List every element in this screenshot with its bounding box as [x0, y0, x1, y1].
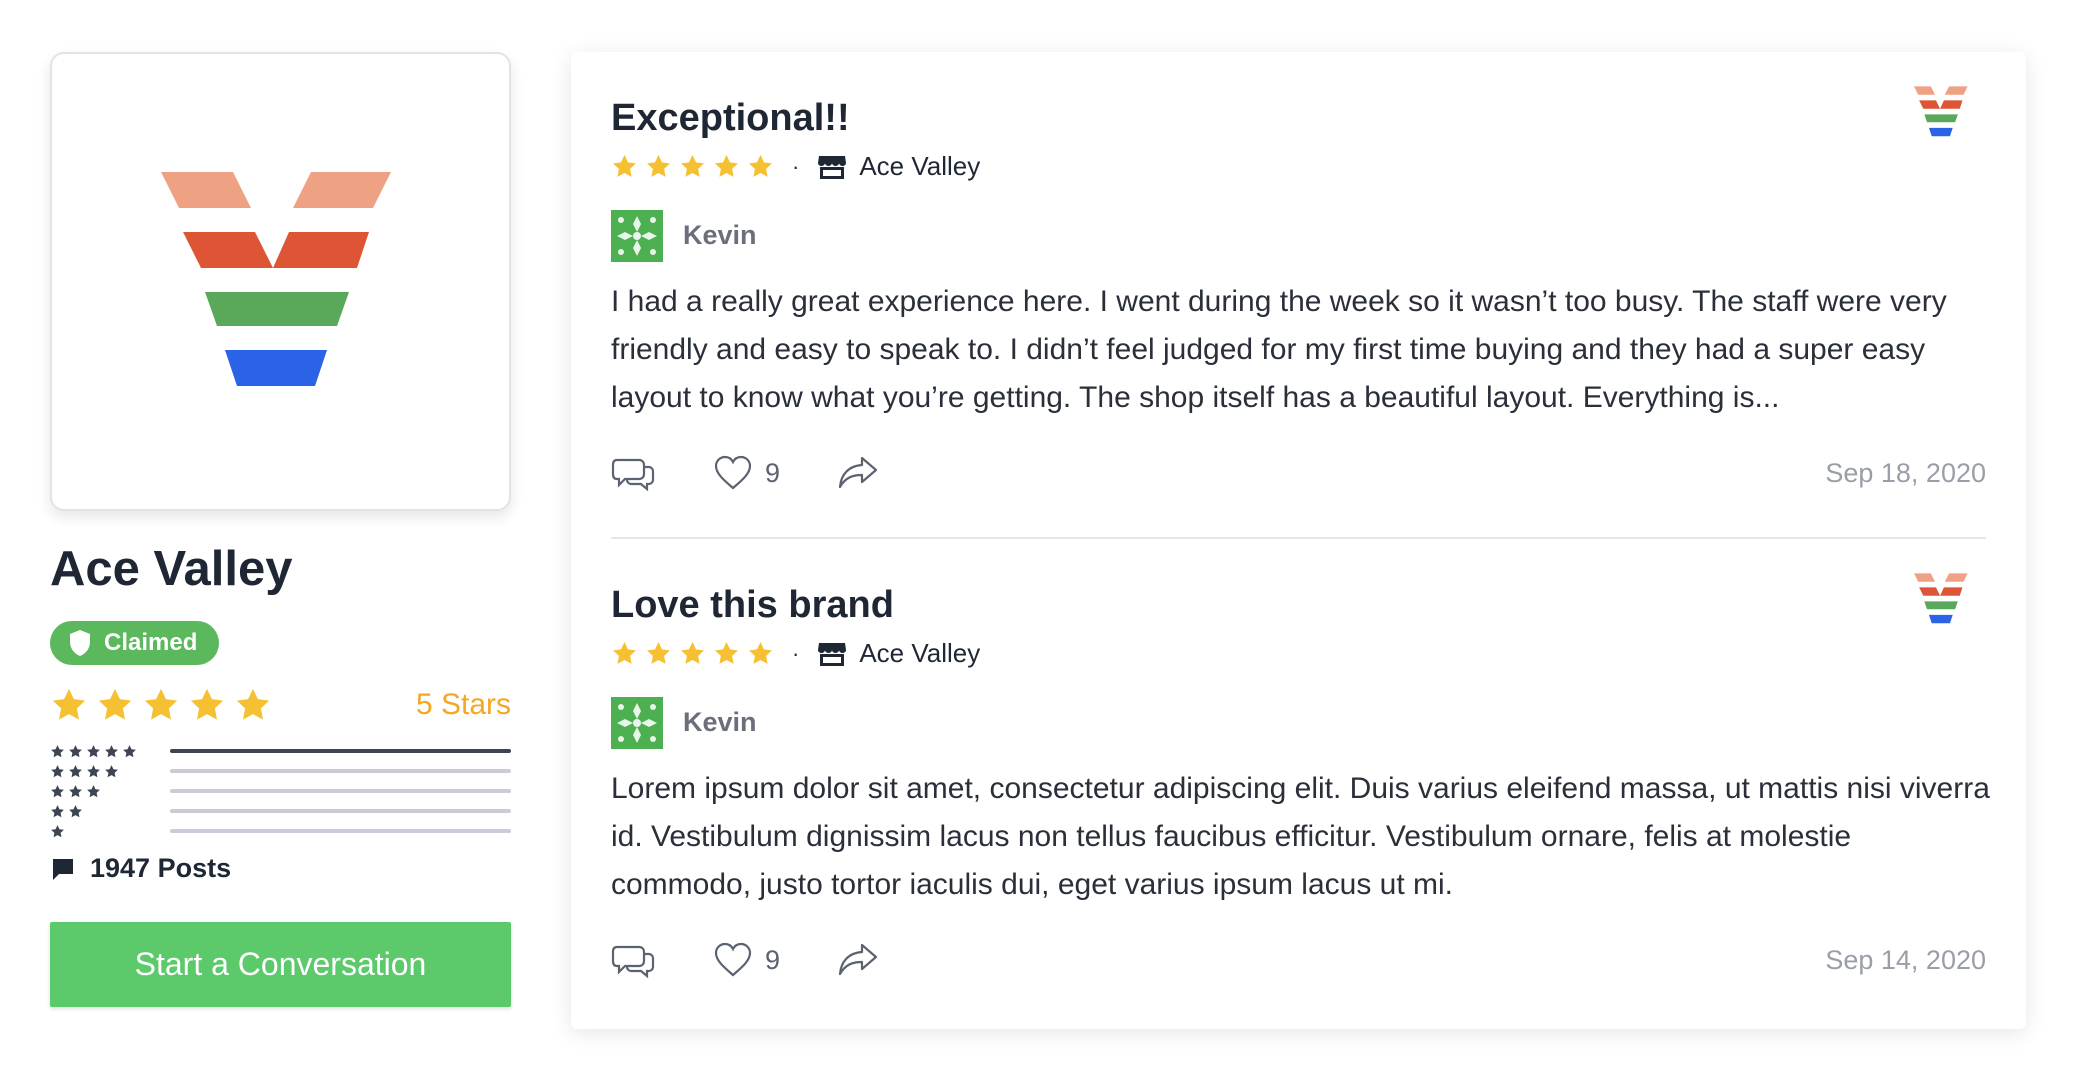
star-icon	[68, 744, 83, 759]
distribution-row-5	[50, 741, 511, 761]
overall-rating: 5 Stars	[50, 683, 511, 727]
star-icon	[50, 686, 88, 724]
start-conversation-button[interactable]: Start a Conversation	[50, 922, 511, 1007]
review-meta: · Ace Valley	[611, 150, 1986, 184]
comments-icon	[611, 458, 655, 492]
star-icon	[86, 764, 101, 779]
review-stars	[611, 153, 774, 180]
star-icon	[679, 640, 706, 667]
shield-icon	[70, 630, 90, 656]
distribution-bar	[170, 789, 511, 793]
avatar	[611, 210, 663, 262]
like-count: 9	[765, 457, 781, 488]
distribution-bar	[170, 829, 511, 833]
ace-valley-logo-icon	[161, 172, 401, 392]
business-profile: Ace Valley Claimed 5 Stars 1947 Posts St…	[50, 52, 511, 1007]
store-name[interactable]: Ace Valley	[859, 151, 980, 182]
distribution-row-3	[50, 781, 511, 801]
author-name[interactable]: Kevin	[683, 707, 757, 738]
reviews-feed: Exceptional!! · Ace Valley Kevin I had a…	[571, 52, 2026, 1029]
distribution-row-4	[50, 761, 511, 781]
ace-valley-logo-icon[interactable]	[1914, 84, 1970, 140]
claimed-badge: Claimed	[50, 621, 220, 665]
claimed-label: Claimed	[104, 629, 198, 656]
business-name: Ace Valley	[50, 542, 293, 596]
share-icon	[838, 456, 878, 489]
avatar	[611, 697, 663, 749]
star-icon	[713, 153, 740, 180]
star-icon	[68, 784, 83, 799]
review-author[interactable]: Kevin	[611, 210, 1986, 262]
star-icon	[713, 640, 740, 667]
star-icon	[747, 153, 774, 180]
ace-valley-logo-icon[interactable]	[1914, 571, 1970, 627]
business-logo-card[interactable]	[50, 52, 511, 511]
distribution-row-2	[50, 801, 511, 821]
distribution-bar	[170, 749, 511, 753]
like-button[interactable]: 9	[711, 941, 780, 979]
star-icon	[104, 744, 119, 759]
star-icon	[86, 744, 101, 759]
review-actions: 9 Sep 14, 2020	[611, 941, 1986, 979]
star-icon	[50, 764, 65, 779]
posts-label: 1947 Posts	[90, 853, 232, 883]
review-actions: 9 Sep 18, 2020	[611, 454, 1986, 492]
star-icon	[96, 686, 134, 724]
review-card: Love this brand · Ace Valley Kevin Lorem…	[611, 537, 1990, 1027]
comment-button[interactable]	[611, 454, 655, 492]
comment-button[interactable]	[611, 941, 655, 979]
star-icon	[50, 744, 65, 759]
rating-text: 5 Stars	[415, 688, 511, 721]
overall-stars	[50, 686, 272, 724]
star-icon	[142, 686, 180, 724]
review-author[interactable]: Kevin	[611, 697, 1986, 749]
review-card: Exceptional!! · Ace Valley Kevin I had a…	[611, 52, 1986, 537]
star-icon	[68, 804, 83, 819]
heart-icon	[714, 942, 752, 977]
like-button[interactable]: 9	[711, 454, 780, 492]
review-title[interactable]: Love this brand	[611, 584, 1986, 627]
star-icon	[611, 153, 638, 180]
share-icon	[838, 943, 878, 976]
star-icon	[50, 824, 65, 839]
star-icon	[86, 784, 101, 799]
distribution-row-1	[50, 821, 511, 841]
distribution-bar	[170, 769, 511, 773]
author-name[interactable]: Kevin	[683, 220, 757, 251]
rating-distribution	[50, 741, 511, 841]
store-icon	[818, 642, 847, 666]
separator-dot: ·	[792, 640, 800, 666]
review-stars	[611, 640, 774, 667]
review-body: Lorem ipsum dolor sit amet, consectetur …	[611, 771, 1990, 901]
share-button[interactable]	[836, 454, 880, 492]
star-icon	[122, 744, 137, 759]
star-icon	[188, 686, 226, 724]
star-icon	[234, 686, 272, 724]
review-meta: · Ace Valley	[611, 637, 1986, 671]
share-button[interactable]	[836, 941, 880, 979]
star-icon	[68, 764, 83, 779]
star-icon	[747, 640, 774, 667]
store-name[interactable]: Ace Valley	[859, 638, 980, 669]
heart-icon	[714, 455, 752, 490]
star-icon	[679, 153, 706, 180]
star-icon	[50, 804, 65, 819]
star-icon	[645, 640, 672, 667]
star-icon	[645, 153, 672, 180]
review-title[interactable]: Exceptional!!	[611, 97, 1986, 140]
review-date: Sep 14, 2020	[1825, 944, 1986, 975]
star-icon	[50, 784, 65, 799]
posts-count[interactable]: 1947 Posts	[50, 853, 511, 884]
review-body: I had a really great experience here. I …	[611, 284, 1947, 414]
distribution-fill	[170, 749, 511, 753]
distribution-bar	[170, 809, 511, 813]
review-date: Sep 18, 2020	[1825, 457, 1986, 488]
like-count: 9	[765, 944, 781, 975]
speech-bubble-icon	[53, 858, 73, 880]
comments-icon	[611, 945, 655, 979]
star-icon	[611, 640, 638, 667]
store-icon	[818, 155, 847, 179]
star-icon	[104, 764, 119, 779]
separator-dot: ·	[792, 153, 800, 179]
